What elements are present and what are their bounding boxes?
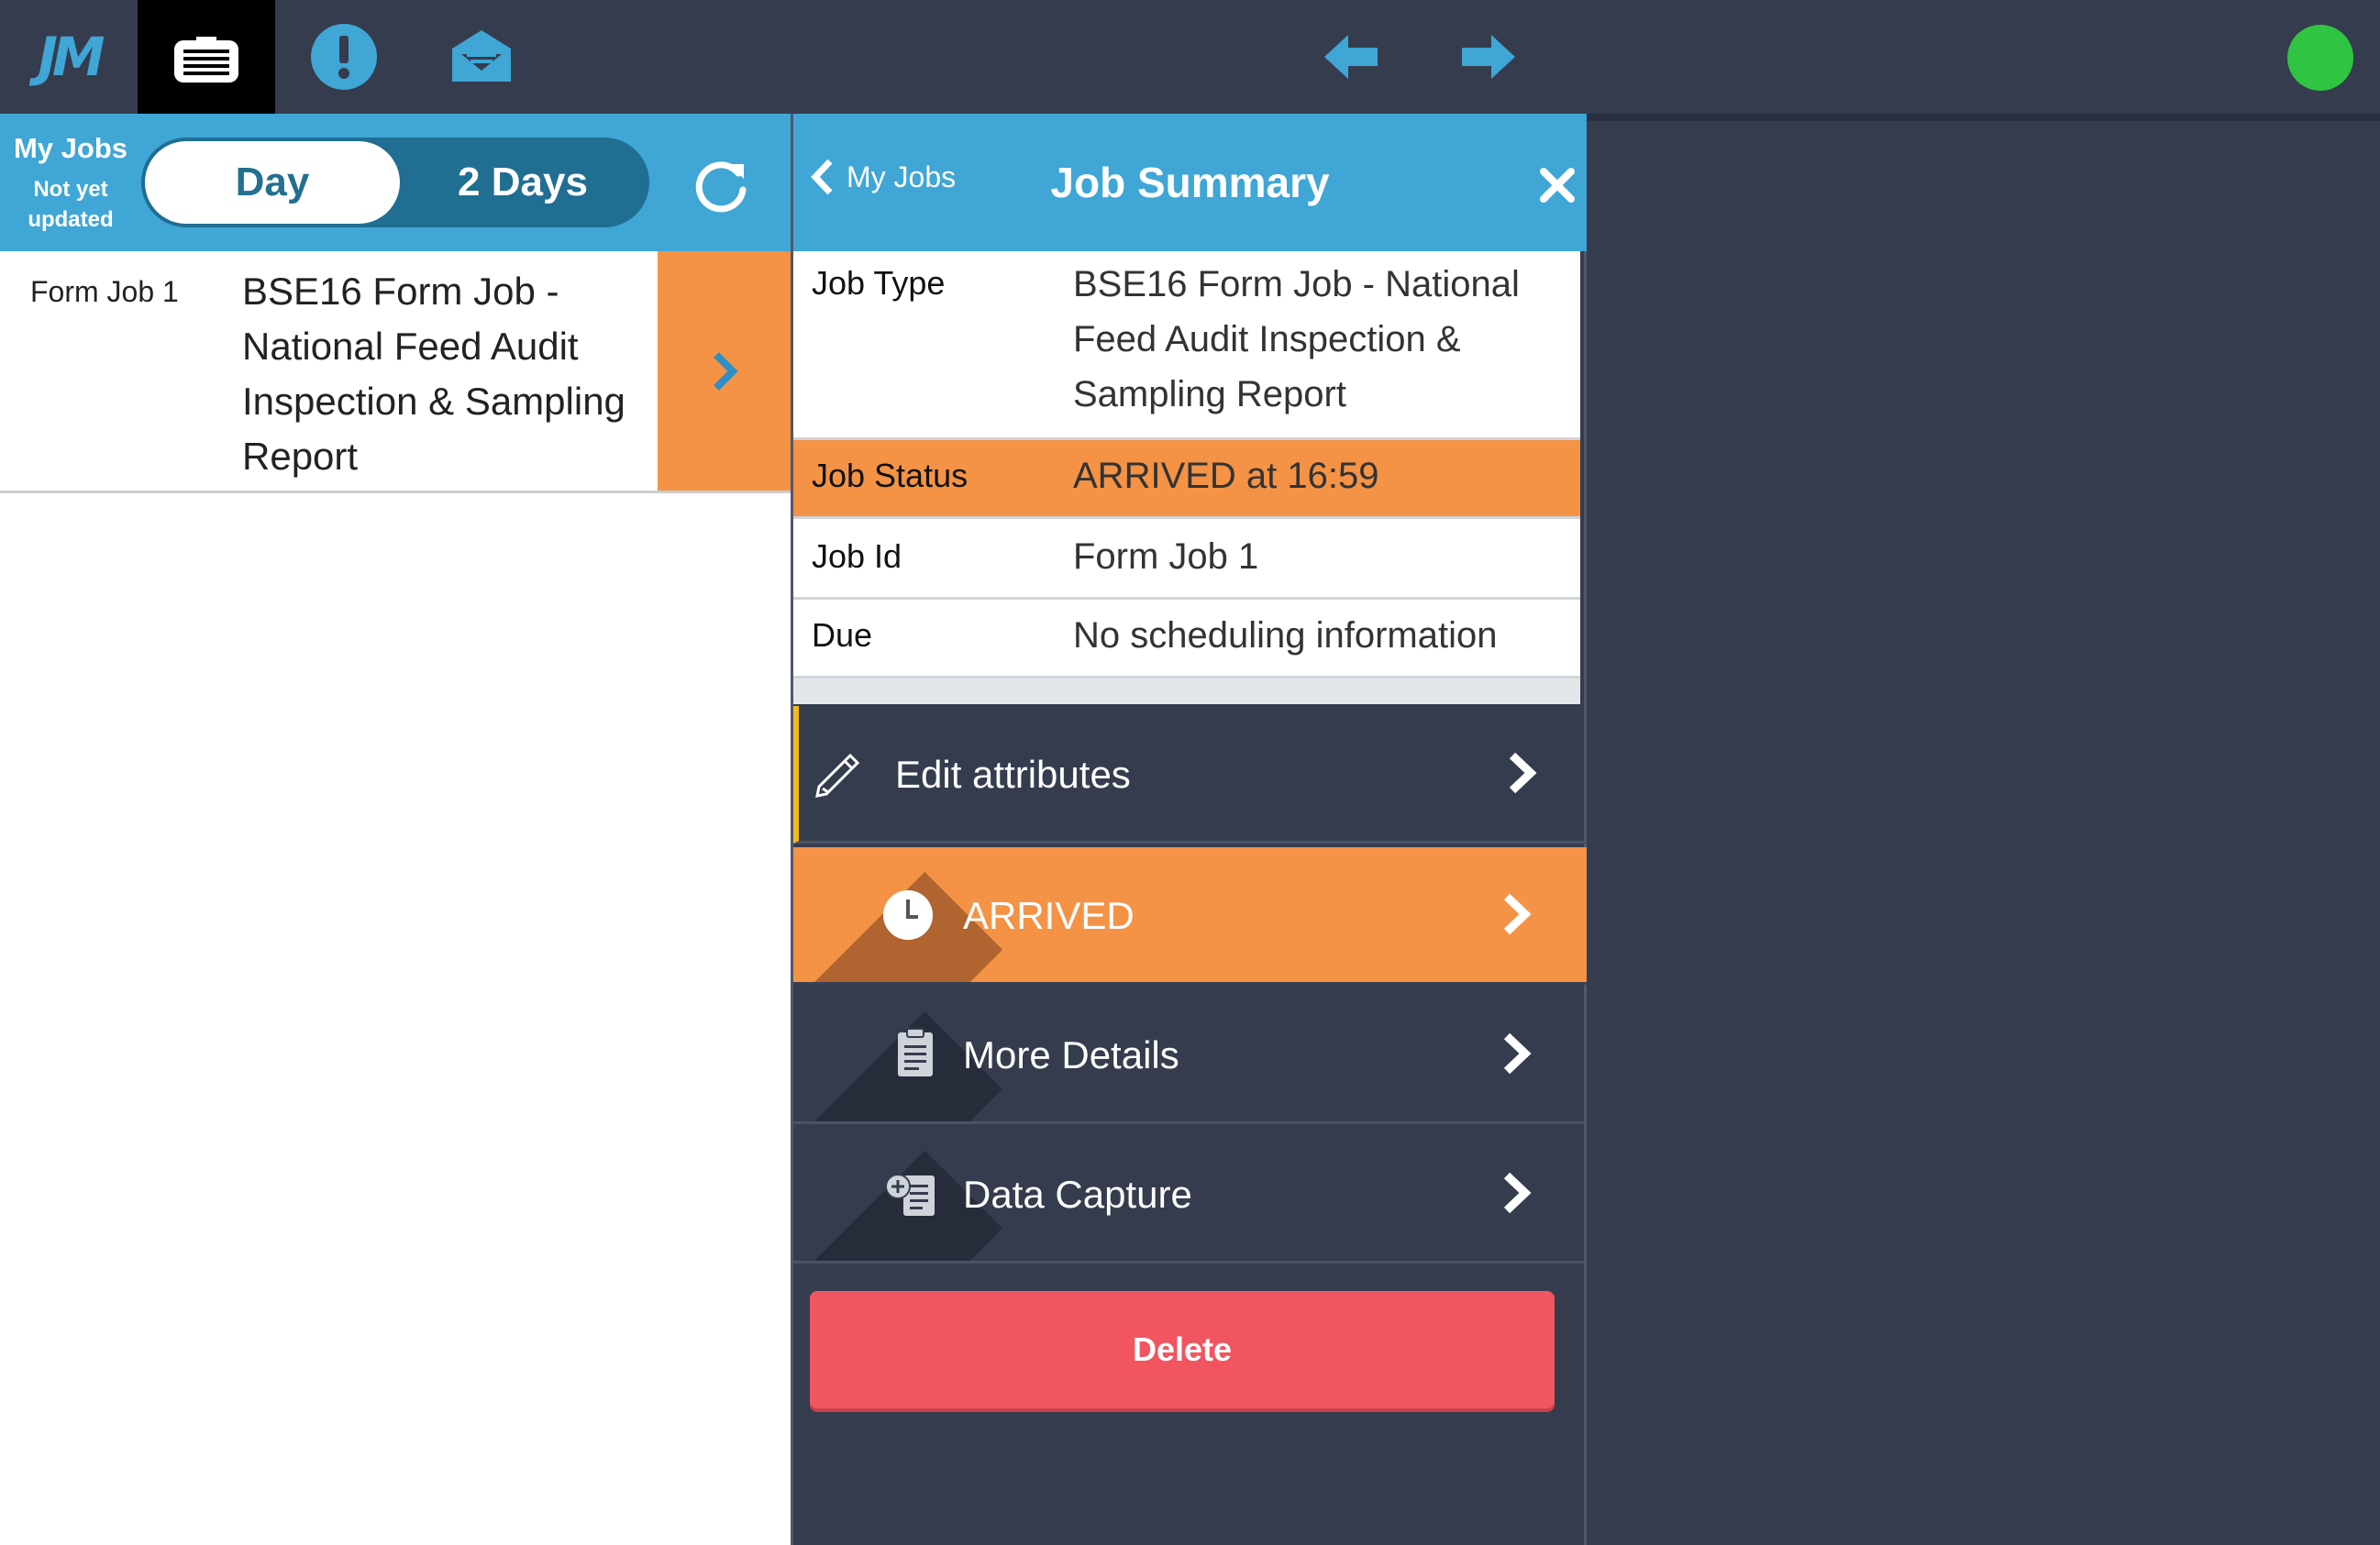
app-logo[interactable]: JM: [0, 0, 138, 114]
info-table-footer: [793, 679, 1580, 704]
toggle-day-option[interactable]: Day: [145, 141, 400, 224]
job-list-item-name: BSE16 Form Job - National Feed Audit Ins…: [242, 270, 625, 478]
forward-arrow-icon: [1462, 35, 1515, 79]
data-capture-label: Data Capture: [963, 1173, 1192, 1216]
clipboard-icon: [898, 1028, 933, 1076]
briefcase-icon: [174, 37, 238, 83]
job-status-value: ARRIVED at 16:59: [1073, 456, 1379, 496]
job-summary-panel: My Jobs Job Summary Job Type BSE16 Form …: [791, 114, 1587, 1545]
alert-icon: [311, 24, 377, 90]
connection-status-indicator: [2287, 25, 2353, 91]
info-row-due: Due No scheduling information: [793, 600, 1580, 679]
jobs-header: My Jobs Not yet updated Day 2 Days: [0, 114, 791, 251]
back-arrow-icon: [1324, 35, 1378, 79]
due-value: No scheduling information: [1073, 615, 1498, 656]
job-open-button[interactable]: [658, 251, 791, 491]
chevron-right-icon: [1503, 893, 1532, 935]
forward-button[interactable]: [1420, 0, 1557, 114]
arrived-status-button[interactable]: ARRIVED: [793, 847, 1587, 985]
clock-icon: [883, 890, 933, 940]
arrived-label: ARRIVED: [963, 894, 1135, 937]
job-type-label: Job Type: [812, 264, 946, 302]
job-summary-title: Job Summary: [1050, 159, 1330, 206]
back-button[interactable]: [1282, 0, 1420, 114]
data-capture-icon: [885, 1174, 935, 1216]
chevron-right-icon: [1503, 1032, 1532, 1075]
job-id-label: Job Id: [812, 537, 902, 575]
edit-attributes-label: Edit attributes: [895, 753, 1131, 796]
info-row-job-type: Job Type BSE16 Form Job - National Feed …: [793, 251, 1580, 440]
refresh-icon: [695, 161, 747, 213]
jobs-tab-button[interactable]: [138, 0, 275, 114]
more-details-button[interactable]: More Details: [793, 987, 1587, 1124]
alerts-button[interactable]: [275, 0, 413, 114]
job-type-value: BSE16 Form Job - National Feed Audit Ins…: [1073, 264, 1520, 414]
more-details-label: More Details: [963, 1033, 1179, 1076]
jobs-sync-status: Not yet updated: [28, 177, 114, 232]
due-label: Due: [812, 616, 873, 654]
close-icon[interactable]: [1536, 164, 1578, 206]
chevron-right-icon: [1509, 752, 1537, 794]
chevron-right-icon: [1503, 1172, 1532, 1214]
topbar-divider: [1585, 114, 2380, 121]
data-capture-button[interactable]: Data Capture: [793, 1126, 1587, 1264]
info-row-job-status: Job Status ARRIVED at 16:59: [793, 440, 1580, 519]
job-summary-header: My Jobs Job Summary: [793, 114, 1587, 251]
jobs-title: My Jobs: [13, 132, 128, 164]
inbox-icon: [452, 30, 511, 82]
job-list-item[interactable]: Form Job 1 BSE16 Form Job - National Fee…: [0, 251, 791, 493]
app-logo-text: JM: [38, 26, 105, 88]
toggle-2-days-option[interactable]: 2 Days: [400, 141, 646, 224]
pencil-icon: [815, 753, 860, 798]
jobs-list-panel: My Jobs Not yet updated Day 2 Days Form …: [0, 114, 791, 1545]
info-row-job-id: Job Id Form Job 1: [793, 519, 1580, 600]
chevron-right-icon: [713, 351, 738, 391]
job-info-table: Job Type BSE16 Form Job - National Feed …: [793, 251, 1580, 704]
job-id-value: Form Job 1: [1073, 536, 1259, 577]
top-toolbar: JM: [0, 0, 2380, 114]
refresh-button[interactable]: [684, 150, 758, 224]
date-range-toggle[interactable]: Day 2 Days: [141, 138, 649, 227]
inbox-button[interactable]: [413, 0, 550, 114]
job-status-label: Job Status: [812, 457, 969, 494]
job-list-item-id: Form Job 1: [30, 275, 179, 308]
delete-button[interactable]: Delete: [810, 1291, 1555, 1408]
edit-attributes-button[interactable]: Edit attributes: [793, 706, 1587, 844]
